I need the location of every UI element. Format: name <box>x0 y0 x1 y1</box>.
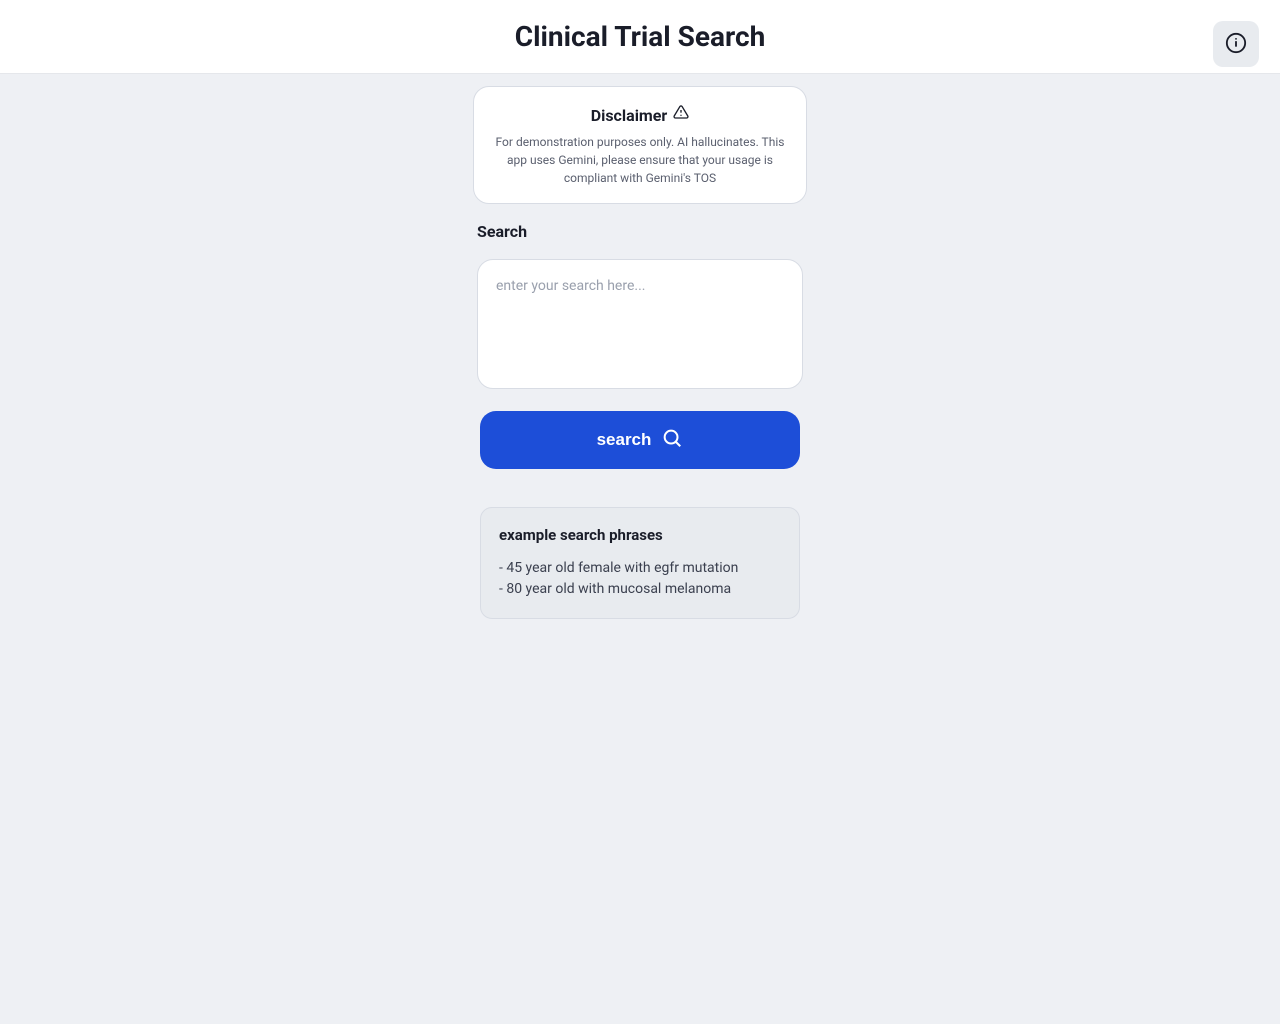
warning-icon <box>673 105 689 125</box>
search-button-label: search <box>597 430 652 450</box>
disclaimer-title-row: Disclaimer <box>494 105 786 125</box>
example-item: - 45 year old female with egfr mutation <box>499 558 781 579</box>
search-section: Search search example search phrases - 4… <box>477 222 803 619</box>
disclaimer-body: For demonstration purposes only. AI hall… <box>494 133 786 187</box>
examples-title: example search phrases <box>499 526 781 544</box>
search-label: Search <box>477 222 803 241</box>
search-button[interactable]: search <box>480 411 800 469</box>
page-title: Clinical Trial Search <box>515 20 766 53</box>
info-icon <box>1225 32 1247 57</box>
examples-card: example search phrases - 45 year old fem… <box>480 507 800 619</box>
info-button[interactable] <box>1213 21 1259 67</box>
search-input[interactable] <box>477 259 803 389</box>
disclaimer-card: Disclaimer For demonstration purposes on… <box>473 86 807 204</box>
example-item: - 80 year old with mucosal melanoma <box>499 579 781 600</box>
app-header: Clinical Trial Search <box>0 0 1280 74</box>
search-icon <box>661 427 683 454</box>
main-content: Disclaimer For demonstration purposes on… <box>0 74 1280 619</box>
disclaimer-title: Disclaimer <box>591 106 668 125</box>
